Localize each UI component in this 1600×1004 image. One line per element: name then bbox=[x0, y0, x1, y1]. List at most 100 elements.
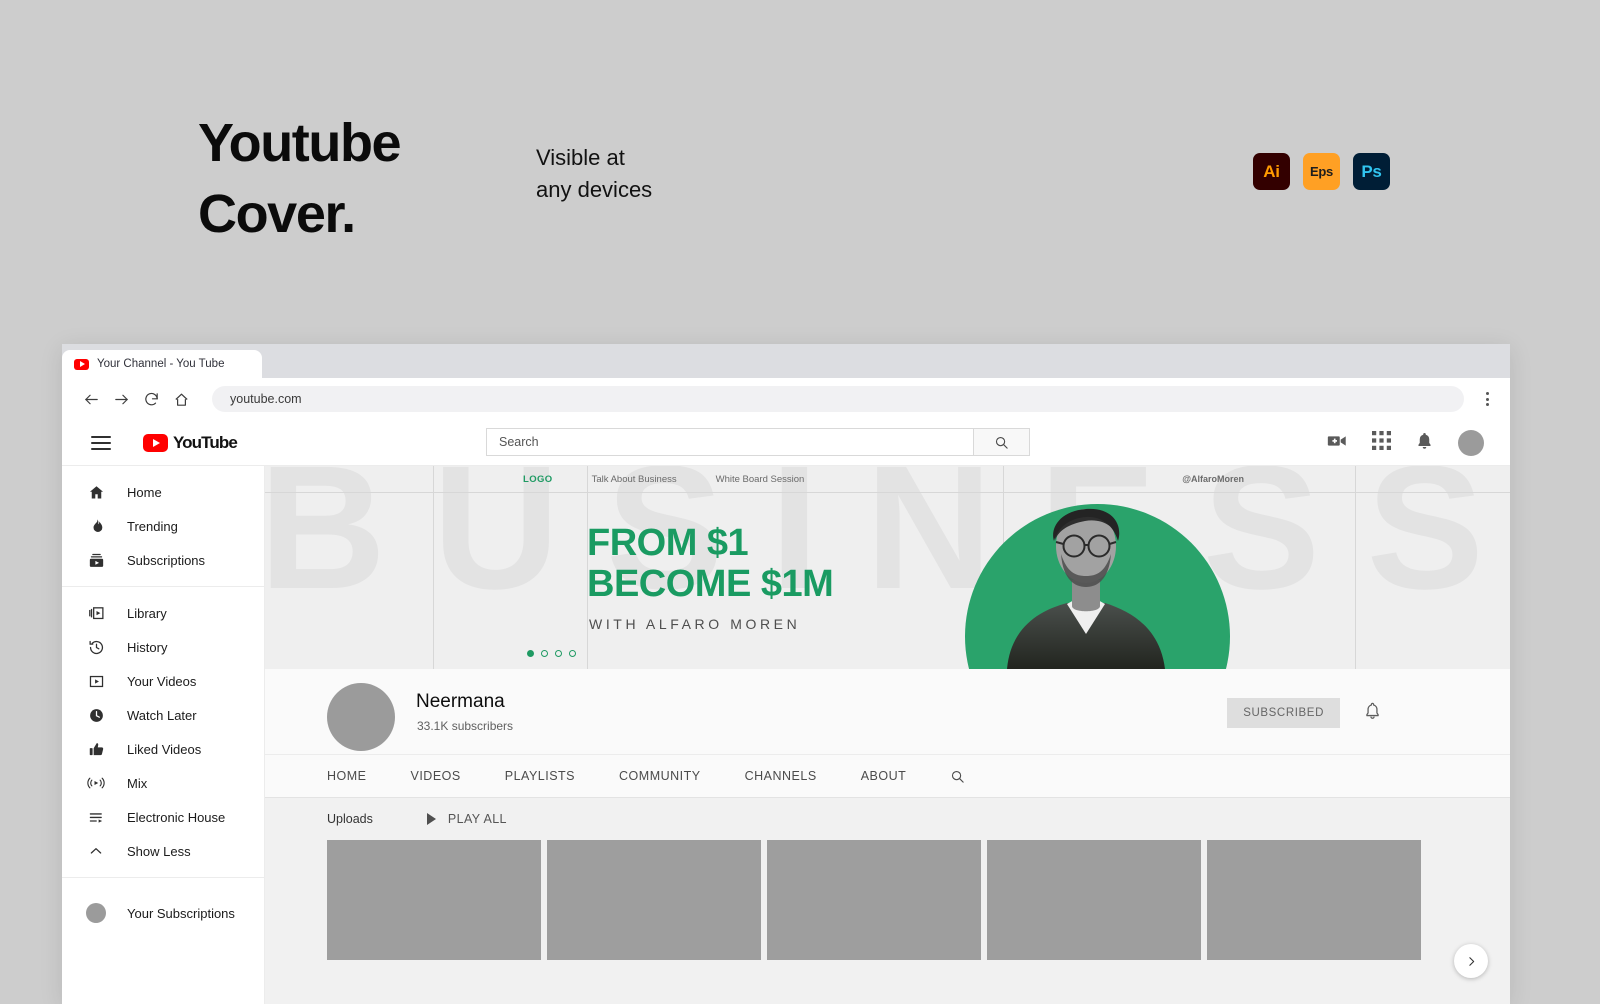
carousel-dot[interactable] bbox=[555, 650, 562, 657]
sidebar-item-electronic-house[interactable]: Electronic House bbox=[62, 800, 264, 834]
banner-subline: WITH ALFARO MOREN bbox=[589, 616, 800, 632]
banner-nav-item-1[interactable]: Talk About Business bbox=[592, 474, 677, 485]
sidebar-item-your-videos[interactable]: Your Videos bbox=[62, 664, 264, 698]
browser-window: Your Channel - You Tube youtube.com YouT… bbox=[62, 344, 1510, 1004]
poster-subtitle-line1: Visible at bbox=[536, 142, 652, 174]
carousel-dot[interactable] bbox=[569, 650, 576, 657]
carousel-next-button[interactable] bbox=[1454, 944, 1488, 978]
browser-toolbar: youtube.com bbox=[62, 378, 1510, 420]
banner-headline-line2: BECOME $1M bbox=[587, 564, 833, 605]
channel-avatar bbox=[86, 903, 106, 923]
video-thumbnail[interactable] bbox=[547, 840, 761, 960]
forward-arrow-icon[interactable] bbox=[106, 384, 136, 414]
banner-logo-label[interactable]: LOGO bbox=[523, 474, 553, 485]
your-videos-icon bbox=[86, 673, 106, 690]
youtube-favicon-icon bbox=[74, 359, 89, 370]
sidebar-item-mix[interactable]: Mix bbox=[62, 766, 264, 800]
search-icon bbox=[994, 435, 1009, 450]
subscribed-button[interactable]: SUBSCRIBED bbox=[1227, 698, 1340, 728]
thumbs-up-icon bbox=[86, 741, 106, 758]
home-icon[interactable] bbox=[166, 384, 196, 414]
tab-home[interactable]: HOME bbox=[327, 769, 367, 783]
sidebar-item-label: Your Videos bbox=[127, 674, 196, 689]
hamburger-menu-icon[interactable] bbox=[91, 436, 111, 450]
browser-tab-title: Your Channel - You Tube bbox=[97, 358, 224, 370]
header-icon-group bbox=[1326, 420, 1484, 466]
sidebar-item-library[interactable]: Library bbox=[62, 596, 264, 630]
search-input[interactable]: Search bbox=[486, 428, 974, 456]
sidebar-item-home[interactable]: Home bbox=[62, 475, 264, 509]
sidebar-item-show-less[interactable]: Show Less bbox=[62, 834, 264, 868]
banner-nav-item-2[interactable]: White Board Session bbox=[716, 474, 805, 485]
chevron-up-icon bbox=[86, 843, 106, 859]
channel-tabs: HOME VIDEOS PLAYLISTS COMMUNITY CHANNELS… bbox=[265, 755, 1510, 798]
tab-playlists[interactable]: PLAYLISTS bbox=[505, 769, 575, 783]
video-thumbnail[interactable] bbox=[1207, 840, 1421, 960]
uploads-header: Uploads PLAY ALL bbox=[265, 798, 1510, 840]
sidebar-divider-1 bbox=[62, 586, 264, 587]
reload-icon[interactable] bbox=[136, 384, 166, 414]
back-arrow-icon[interactable] bbox=[76, 384, 106, 414]
sidebar-item-label: Show Less bbox=[127, 844, 191, 859]
video-thumbnail[interactable] bbox=[987, 840, 1201, 960]
channel-info-row: Neermana 33.1K subscribers SUBSCRIBED bbox=[265, 669, 1510, 755]
banner-person-photo bbox=[955, 484, 1225, 669]
sidebar-item-liked-videos[interactable]: Liked Videos bbox=[62, 732, 264, 766]
account-avatar[interactable] bbox=[1458, 430, 1484, 456]
youtube-body: Home Trending Subscriptions bbox=[62, 466, 1510, 1004]
browser-tab[interactable]: Your Channel - You Tube bbox=[62, 350, 262, 378]
sidebar-item-your-subscriptions[interactable]: Your Subscriptions bbox=[62, 896, 264, 930]
kebab-menu-icon[interactable] bbox=[1478, 392, 1496, 406]
address-bar[interactable]: youtube.com bbox=[212, 386, 1464, 412]
apps-grid-icon[interactable] bbox=[1372, 431, 1391, 455]
sidebar-item-label: Mix bbox=[127, 776, 147, 791]
play-all-label: PLAY ALL bbox=[448, 812, 507, 826]
sidebar-item-label: History bbox=[127, 640, 167, 655]
tab-about[interactable]: ABOUT bbox=[861, 769, 907, 783]
search-submit-button[interactable] bbox=[974, 428, 1030, 456]
poster-subtitle: Visible at any devices bbox=[536, 142, 652, 206]
poster-title: Youtube Cover. bbox=[198, 108, 400, 251]
notifications-bell-icon[interactable] bbox=[1415, 431, 1434, 455]
sidebar-item-label: Subscriptions bbox=[127, 553, 205, 568]
main-content: BUSINESS bbox=[265, 466, 1510, 1004]
sidebar-item-label: Electronic House bbox=[127, 810, 225, 825]
format-badges: Ai Eps Ps bbox=[1253, 153, 1390, 190]
mix-radio-icon bbox=[86, 774, 106, 792]
play-all-button[interactable]: PLAY ALL bbox=[427, 812, 507, 826]
youtube-logo[interactable]: YouTube bbox=[143, 433, 237, 453]
channel-avatar[interactable] bbox=[327, 683, 395, 751]
playlist-icon bbox=[86, 809, 106, 826]
sidebar-item-label: Watch Later bbox=[127, 708, 197, 723]
badge-eps: Eps bbox=[1303, 153, 1340, 190]
sidebar-item-label: Home bbox=[127, 485, 162, 500]
carousel-dot[interactable] bbox=[527, 650, 534, 657]
search-placeholder: Search bbox=[499, 435, 539, 449]
chevron-right-icon bbox=[1465, 955, 1478, 968]
sidebar-item-watch-later[interactable]: Watch Later bbox=[62, 698, 264, 732]
carousel-dot[interactable] bbox=[541, 650, 548, 657]
video-thumbnail[interactable] bbox=[327, 840, 541, 960]
sidebar-item-label: Library bbox=[127, 606, 167, 621]
video-thumbnail[interactable] bbox=[767, 840, 981, 960]
banner-carousel-dots bbox=[527, 650, 576, 657]
sidebar-item-trending[interactable]: Trending bbox=[62, 509, 264, 543]
banner-top-rule bbox=[265, 492, 1510, 493]
video-camera-add-icon[interactable] bbox=[1326, 430, 1348, 457]
sidebar-item-subscriptions[interactable]: Subscriptions bbox=[62, 543, 264, 577]
tab-channels[interactable]: CHANNELS bbox=[745, 769, 817, 783]
tab-community[interactable]: COMMUNITY bbox=[619, 769, 701, 783]
badge-ai-label: Ai bbox=[1263, 162, 1279, 182]
banner-divider-left bbox=[433, 466, 434, 669]
sidebar-item-history[interactable]: History bbox=[62, 630, 264, 664]
subscriptions-icon bbox=[86, 552, 106, 569]
banner-headline-line1: FROM $1 bbox=[587, 523, 833, 564]
watch-later-clock-icon bbox=[86, 707, 106, 724]
library-icon bbox=[86, 605, 106, 622]
banner-handle: @AlfaroMoren bbox=[1182, 474, 1244, 484]
tab-videos[interactable]: VIDEOS bbox=[411, 769, 461, 783]
youtube-app: YouTube Search bbox=[62, 420, 1510, 1004]
notification-bell-outline-icon[interactable] bbox=[1363, 701, 1382, 725]
channel-search-icon[interactable] bbox=[950, 769, 965, 784]
flame-icon bbox=[86, 518, 106, 535]
